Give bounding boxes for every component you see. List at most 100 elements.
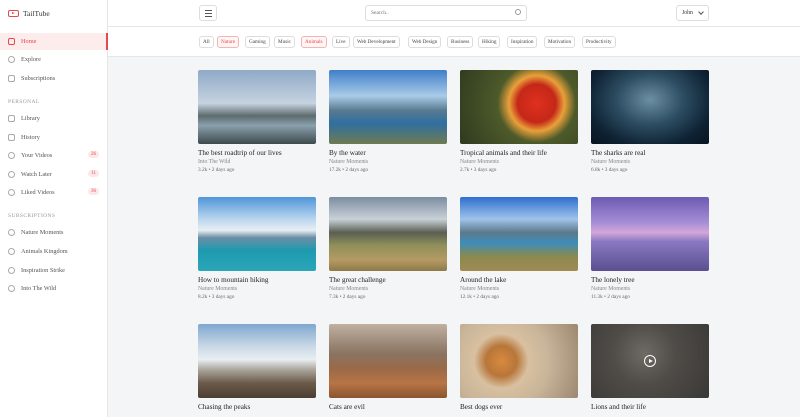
channel-name[interactable]: Nature Moments: [329, 286, 447, 292]
channel-name[interactable]: Nature Moments: [329, 159, 447, 165]
top-bar: John: [108, 0, 800, 27]
video-thumbnail[interactable]: [460, 70, 578, 144]
chip-hiking[interactable]: Hiking: [478, 36, 501, 48]
channel-name[interactable]: Nature Moments: [460, 159, 578, 165]
chip-all[interactable]: All: [199, 36, 214, 48]
channel-avatar-icon: [8, 267, 15, 274]
video-thumbnail[interactable]: [198, 324, 316, 398]
hamburger-icon: [205, 10, 212, 11]
video-thumbnail[interactable]: [460, 324, 578, 398]
video-card[interactable]: Around the lake Nature Moments 12.1k • 2…: [460, 197, 578, 300]
video-title[interactable]: Chasing the peaks: [198, 403, 316, 411]
sidebar-item-label: Home: [21, 38, 37, 45]
sidebar-item-label: Library: [21, 115, 40, 122]
video-thumbnail[interactable]: [329, 324, 447, 398]
sidebar-item-your-videos[interactable]: Your Videos 26: [0, 147, 108, 164]
video-card[interactable]: Tropical animals and their life Nature M…: [460, 70, 578, 173]
count-badge: 11: [88, 170, 99, 177]
video-meta: 17.2k • 2 days ago: [329, 167, 369, 173]
sidebar-item-inspiration-strike[interactable]: Inspiration Strike: [0, 262, 108, 279]
chip-inspiration[interactable]: Inspiration: [507, 36, 538, 48]
channel-avatar-icon: [8, 229, 15, 236]
video-thumbnail[interactable]: [198, 197, 316, 271]
bolt-icon: [8, 75, 15, 82]
sidebar-item-label: Explore: [21, 56, 41, 63]
video-title[interactable]: The sharks are real: [591, 149, 709, 157]
video-card[interactable]: Best dogs ever: [460, 324, 578, 413]
video-card[interactable]: How to mountain hiking Nature Moments 8.…: [198, 197, 316, 300]
sidebar-item-label: Nature Moments: [21, 229, 64, 236]
video-card[interactable]: The great challenge Nature Moments 7.3k …: [329, 197, 447, 300]
video-title[interactable]: The great challenge: [329, 276, 447, 284]
sidebar-item-watch-later[interactable]: Watch Later 11: [0, 166, 108, 183]
chip-web-design[interactable]: Web Design: [408, 36, 442, 48]
channel-name[interactable]: Nature Moments: [591, 159, 709, 165]
video-card[interactable]: The lonely tree Nature Moments 11.3k • 2…: [591, 197, 709, 300]
chip-productivity[interactable]: Productivity: [582, 36, 616, 48]
chip-music[interactable]: Music: [274, 36, 295, 48]
video-card[interactable]: The best roadtrip of our lives Into The …: [198, 70, 316, 173]
video-title[interactable]: By the water: [329, 149, 447, 157]
sidebar-item-label: Your Videos: [21, 152, 53, 159]
sidebar-item-label: Liked Videos: [21, 189, 55, 196]
video-thumbnail[interactable]: [329, 197, 447, 271]
sidebar-item-label: Watch Later: [21, 171, 52, 178]
chip-business[interactable]: Business: [447, 36, 474, 48]
video-card[interactable]: The sharks are real Nature Moments 6.8k …: [591, 70, 709, 173]
video-title[interactable]: The best roadtrip of our lives: [198, 149, 316, 157]
sidebar-item-home[interactable]: Home: [0, 33, 108, 50]
search-icon[interactable]: [515, 9, 521, 15]
sidebar-item-subscriptions[interactable]: Subscriptions: [0, 70, 108, 87]
channel-name[interactable]: Nature Moments: [460, 286, 578, 292]
video-thumbnail[interactable]: [591, 70, 709, 144]
sidebar: TailTube Home Explore Subscriptions PERS…: [0, 0, 108, 417]
sidebar-item-library[interactable]: Library: [0, 110, 108, 127]
search-input[interactable]: [365, 5, 527, 21]
video-title[interactable]: How to mountain hiking: [198, 276, 316, 284]
video-title[interactable]: Tropical animals and their life: [460, 149, 578, 157]
video-title[interactable]: Cats are evil: [329, 403, 447, 411]
chip-live[interactable]: Live: [332, 36, 350, 48]
hamburger-icon: [205, 13, 212, 14]
video-meta: 12.1k • 2 days ago: [460, 294, 500, 300]
channel-name[interactable]: Nature Moments: [198, 286, 316, 292]
compass-icon: [8, 56, 15, 63]
sidebar-item-into-the-wild[interactable]: Into The Wild: [0, 280, 108, 297]
count-badge: 36: [88, 188, 99, 195]
sidebar-item-label: Inspiration Strike: [21, 267, 65, 274]
video-card[interactable]: By the water Nature Moments 17.2k • 2 da…: [329, 70, 447, 173]
video-thumbnail[interactable]: [329, 70, 447, 144]
chip-gaming[interactable]: Gaming: [245, 36, 270, 48]
video-card[interactable]: Lions and their life: [591, 324, 709, 413]
user-name: John: [682, 10, 693, 16]
sidebar-item-nature-moments[interactable]: Nature Moments: [0, 224, 108, 241]
sidebar-item-liked-videos[interactable]: Liked Videos 36: [0, 184, 108, 201]
video-thumbnail[interactable]: [591, 324, 709, 398]
menu-toggle-button[interactable]: [199, 5, 217, 21]
clock-icon: [8, 171, 15, 178]
chip-web-development[interactable]: Web Development: [353, 36, 400, 48]
sidebar-item-animals-kingdom[interactable]: Animals Kingdom: [0, 243, 108, 260]
video-card[interactable]: Cats are evil: [329, 324, 447, 413]
video-title[interactable]: Lions and their life: [591, 403, 709, 411]
video-title[interactable]: Around the lake: [460, 276, 578, 284]
app-name: TailTube: [23, 9, 50, 18]
chip-nature[interactable]: Nature: [217, 36, 240, 48]
video-meta: 11.3k • 2 days ago: [591, 294, 630, 300]
video-card[interactable]: Chasing the peaks: [198, 324, 316, 413]
chip-animals[interactable]: Animals: [301, 36, 327, 48]
brand[interactable]: TailTube: [0, 0, 107, 27]
sidebar-item-explore[interactable]: Explore: [0, 51, 108, 68]
video-thumbnail[interactable]: [591, 197, 709, 271]
video-thumbnail[interactable]: [460, 197, 578, 271]
channel-name[interactable]: Nature Moments: [591, 286, 709, 292]
chip-motivation[interactable]: Motivation: [544, 36, 576, 48]
user-menu-button[interactable]: John: [676, 5, 709, 21]
channel-name[interactable]: Into The Wild: [198, 159, 316, 165]
video-title[interactable]: Best dogs ever: [460, 403, 578, 411]
video-thumbnail[interactable]: [198, 70, 316, 144]
play-icon[interactable]: [644, 355, 656, 367]
history-icon: [8, 134, 15, 141]
sidebar-item-history[interactable]: History: [0, 129, 108, 146]
video-title[interactable]: The lonely tree: [591, 276, 709, 284]
